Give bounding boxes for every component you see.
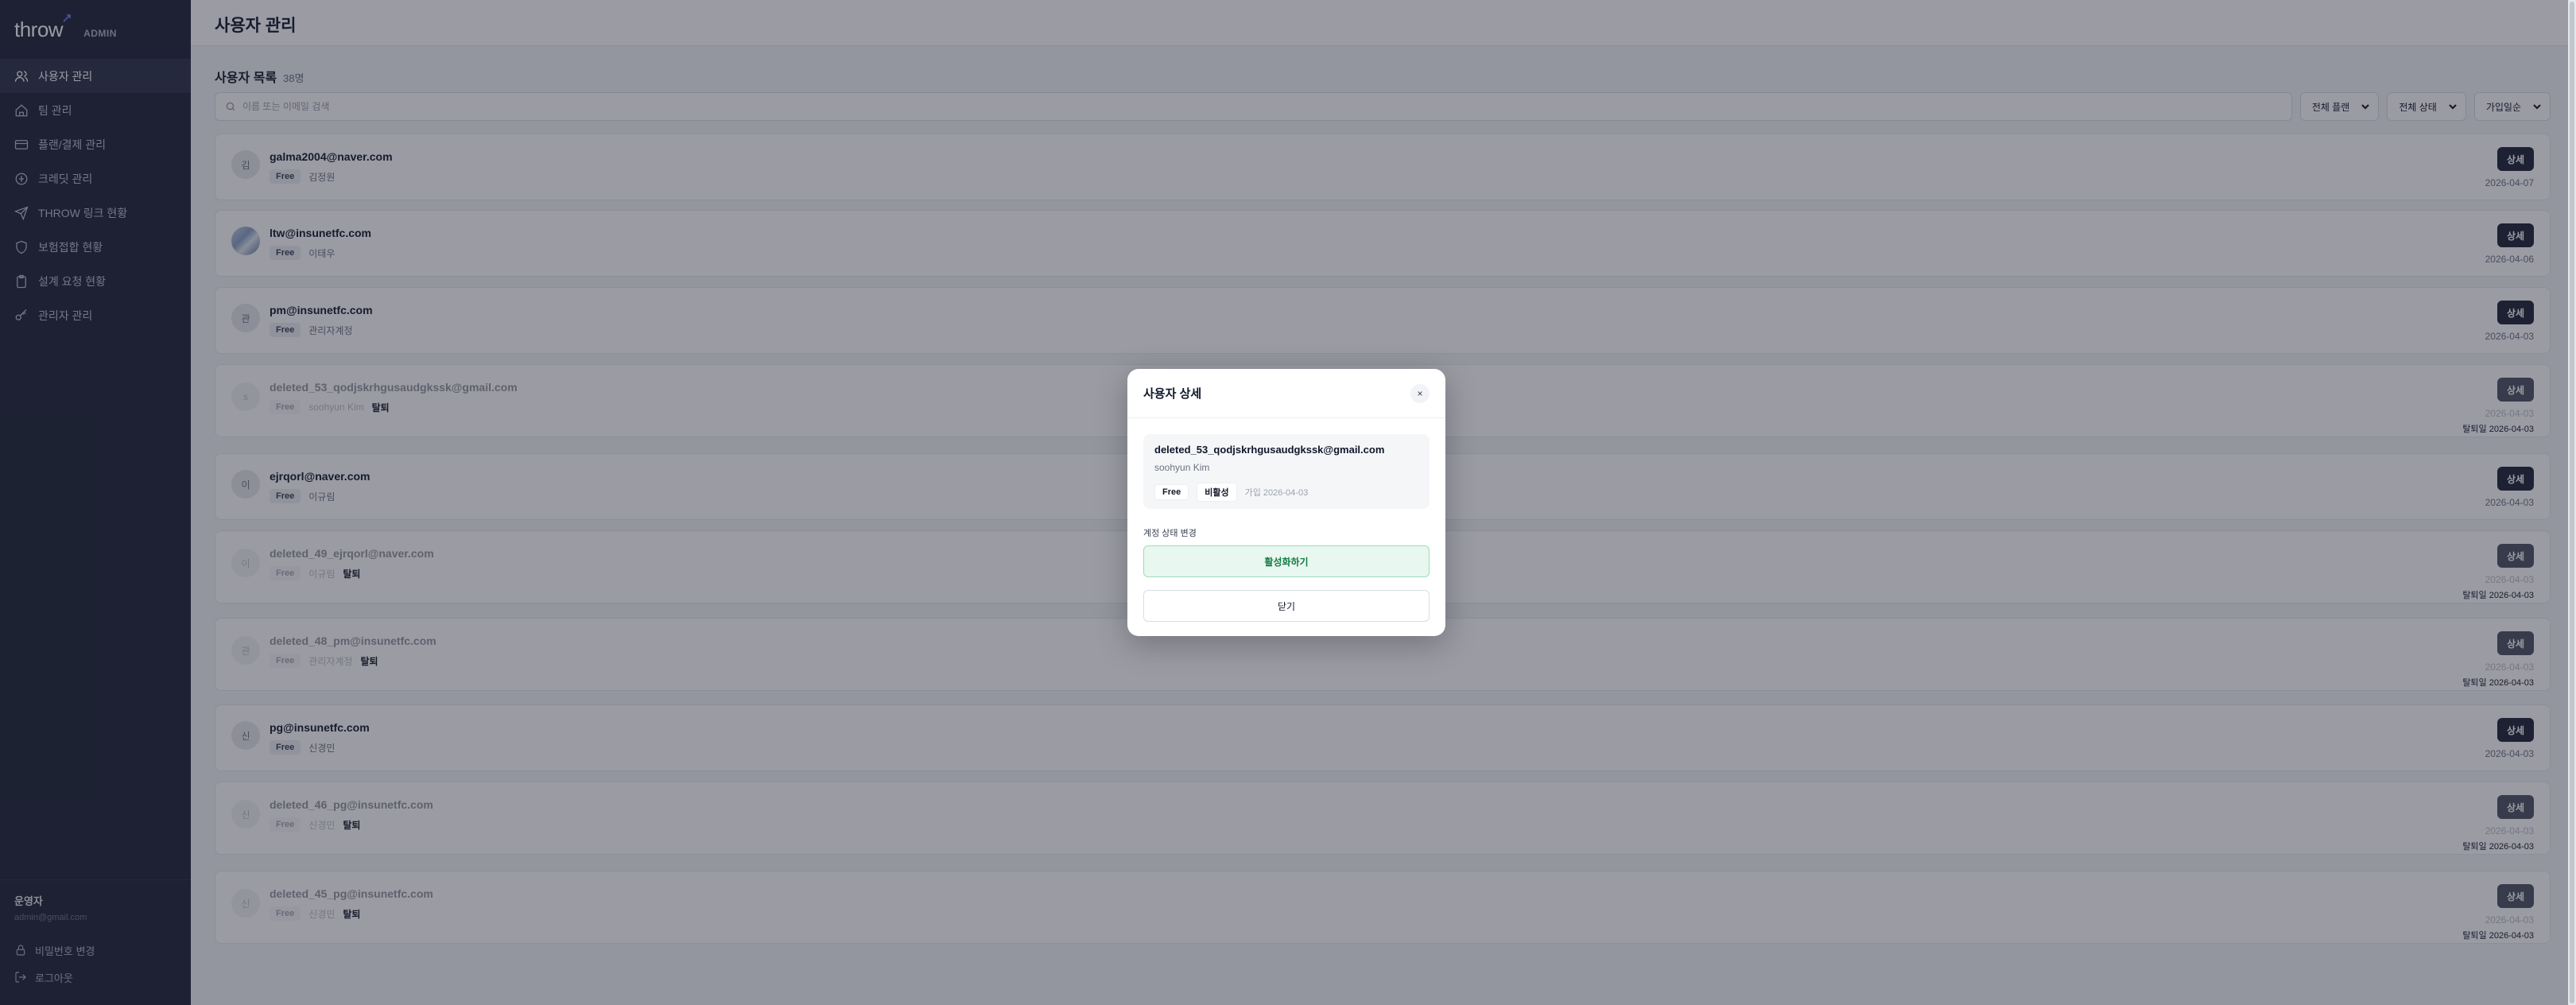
modal-user-name: soohyun Kim: [1154, 462, 1210, 473]
user-detail-modal: 사용자 상세 × deleted_53_qodjskrhgusaudgkssk@…: [1127, 369, 1445, 636]
activate-button[interactable]: 활성화하기: [1143, 545, 1430, 577]
status-badge: 비활성: [1197, 483, 1237, 502]
close-icon[interactable]: ×: [1410, 383, 1430, 403]
close-button[interactable]: 닫기: [1143, 590, 1430, 622]
join-date: 가입 2026-04-03: [1244, 488, 1309, 498]
scrollbar-thumb[interactable]: [2570, 2, 2574, 1003]
modal-title: 사용자 상세: [1143, 387, 1202, 401]
plan-badge: Free: [1154, 484, 1189, 500]
user-info-box: deleted_53_qodjskrhgusaudgkssk@gmail.com…: [1143, 434, 1430, 509]
modal-header: 사용자 상세 ×: [1127, 369, 1445, 418]
modal-user-meta: Free 비활성 가입 2026-04-03: [1154, 483, 1418, 502]
modal-user-email: deleted_53_qodjskrhgusaudgkssk@gmail.com: [1154, 444, 1385, 456]
page-scrollbar[interactable]: [2568, 0, 2576, 1005]
status-change-label: 계정 상태 변경: [1143, 529, 1197, 538]
